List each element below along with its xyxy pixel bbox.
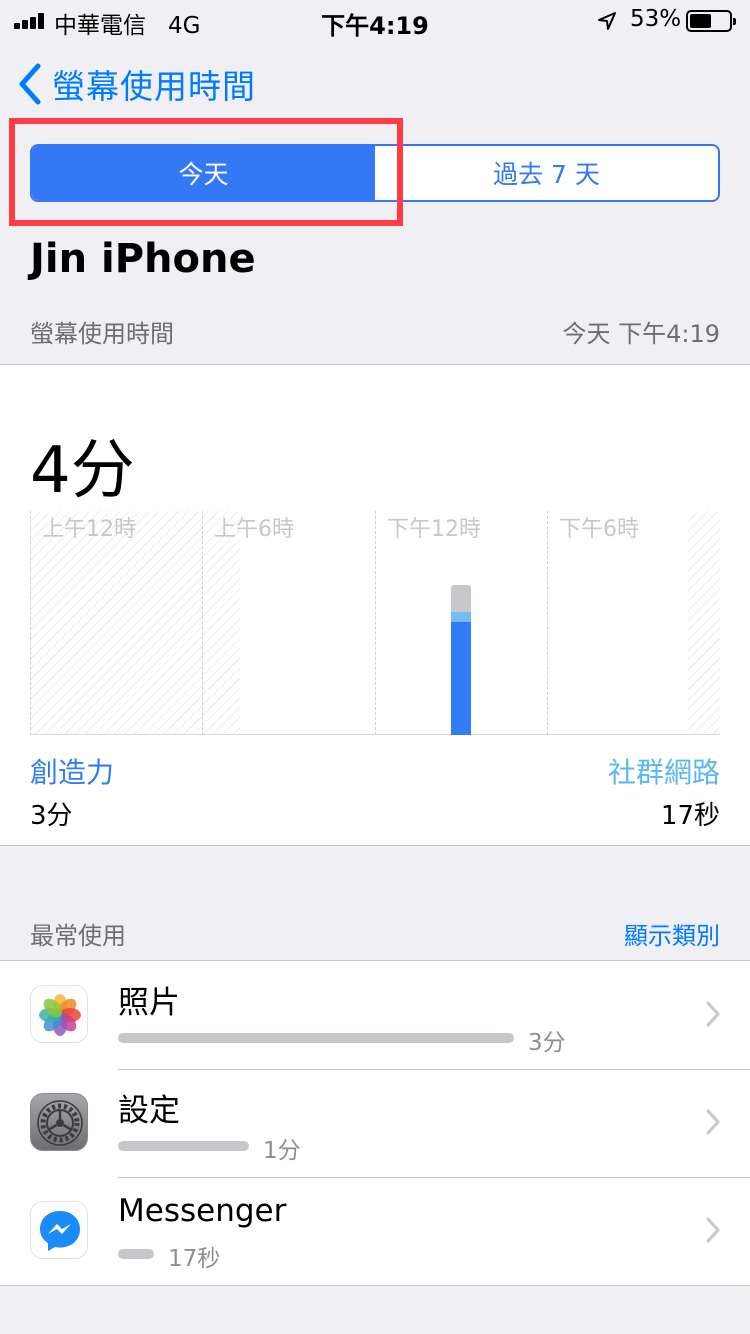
app-name: 照片 [118,985,180,1021]
chart-bar-segment [451,622,472,735]
legend-social-name: 社群網路 [607,756,720,789]
show-categories-link[interactable]: 顯示類別 [624,916,720,951]
chart-gridline [375,511,376,735]
app-row-photos[interactable]: 照片 3分 [0,961,750,1069]
usage-card[interactable]: 4分 上午12時 上午6時 下午12時 下午6時 創造力 3分 社群網路 17秒 [0,364,750,846]
legend-social-value: 17秒 [660,801,720,831]
messenger-icon [30,1201,88,1259]
chart-tick-label: 上午6時 [214,517,294,542]
chart-gridline [30,511,31,735]
device-name: Jin iPhone [30,236,256,282]
chart-bar-segment [451,584,472,612]
usage-value: 3分 [528,1030,566,1056]
usage-bar [118,1033,514,1043]
period-segmented-control: 今天 過去 7 天 [30,144,720,202]
chart-inactive-area [688,511,720,735]
battery-percent: 53% [630,6,682,32]
chart-tick-label: 上午12時 [42,517,136,542]
location-arrow-icon [598,12,616,30]
chart-inactive-area [30,511,240,735]
chart-bar-segment [451,611,472,623]
back-button[interactable]: 螢幕使用時間 [16,58,256,110]
legend-creativity: 創造力 3分 [30,751,114,832]
chart-tick-label: 下午6時 [559,517,639,542]
app-name: 設定 [118,1093,180,1129]
segment-today[interactable]: 今天 [32,146,375,200]
back-button-label: 螢幕使用時間 [52,67,256,106]
screen-time-section-label: 螢幕使用時間 [30,320,174,348]
chart-bar [451,584,472,735]
settings-icon [30,1093,88,1151]
screen-time-timestamp: 今天 下午4:19 [562,320,720,348]
chevron-right-icon [706,1109,720,1135]
chevron-right-icon [706,1001,720,1027]
legend-creativity-name: 創造力 [30,756,115,789]
most-used-label: 最常使用 [30,922,126,950]
status-bar: 中華電信 4G 下午4:19 53% [0,0,750,40]
chart-gridline [547,511,548,735]
battery-icon [686,10,736,32]
most-used-list: 照片 3分 設定 1分 Messenger 17秒 [0,960,750,1286]
total-screen-time: 4分 [30,434,135,508]
legend-social: 社群網路 17秒 [608,751,720,832]
chart-baseline [30,734,720,735]
segment-past-7-days[interactable]: 過去 7 天 [375,146,718,200]
app-row-messenger[interactable]: Messenger 17秒 [0,1177,750,1285]
usage-bar [118,1141,249,1151]
chevron-right-icon [706,1217,720,1243]
app-name: Messenger [118,1193,287,1229]
app-row-settings[interactable]: 設定 1分 [0,1069,750,1177]
chart-tick-label: 下午12時 [387,517,481,542]
usage-value: 17秒 [168,1246,221,1272]
chevron-left-icon [19,63,41,105]
photos-icon [30,985,88,1043]
hourly-usage-chart: 上午12時 上午6時 下午12時 下午6時 [30,511,720,735]
chart-gridline [202,511,203,735]
usage-value: 1分 [263,1138,301,1164]
legend-creativity-value: 3分 [30,801,73,831]
usage-bar [118,1249,154,1259]
